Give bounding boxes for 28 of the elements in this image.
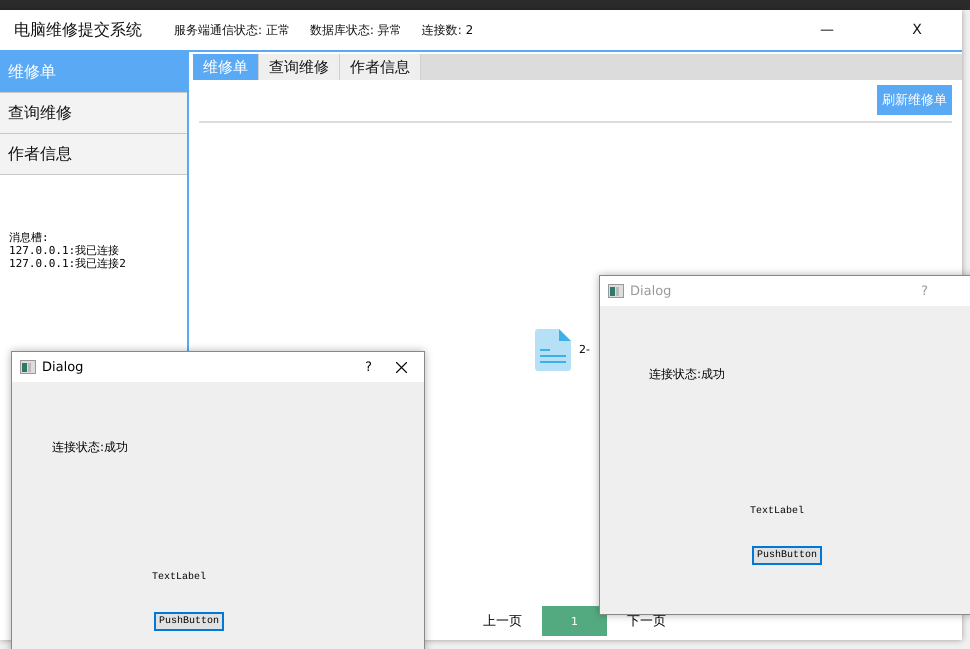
- sidebar-item[interactable]: 查询维修: [0, 93, 187, 134]
- minimize-button[interactable]: —: [782, 22, 872, 38]
- tab[interactable]: 查询维修: [259, 54, 340, 80]
- push-button[interactable]: PushButton: [752, 546, 822, 565]
- connection-status: 连接状态:成功: [52, 439, 128, 456]
- message-line: 127.0.0.1:我已连接2: [9, 257, 127, 270]
- close-button[interactable]: X: [872, 22, 962, 38]
- message-title: 消息槽:: [9, 231, 50, 244]
- status-text: 数据库状态: 异常: [310, 22, 402, 38]
- text-label: TextLabel: [152, 572, 206, 583]
- push-button[interactable]: PushButton: [154, 612, 224, 631]
- status-text: 服务端通信状态: 正常: [174, 22, 290, 38]
- dialog-title: Dialog: [42, 360, 84, 374]
- sidebar-item[interactable]: 作者信息: [0, 134, 187, 175]
- status-text: 连接数: 2: [422, 22, 474, 38]
- dialog-title: Dialog: [630, 284, 672, 298]
- previous-page-link[interactable]: 上一页: [483, 612, 522, 630]
- help-button[interactable]: ?: [365, 360, 372, 374]
- close-icon[interactable]: [396, 362, 406, 372]
- tab[interactable]: 作者信息: [340, 54, 421, 80]
- window-icon: [608, 284, 624, 298]
- window-icon: [20, 360, 36, 374]
- window-title: 电脑维修提交系统: [14, 20, 142, 40]
- file-label: 2-: [579, 343, 590, 356]
- message-line: 127.0.0.1:我已连接: [9, 244, 120, 257]
- next-page-link[interactable]: 下一页: [627, 612, 666, 630]
- text-label: TextLabel: [750, 506, 804, 517]
- connection-status: 连接状态:成功: [649, 366, 726, 383]
